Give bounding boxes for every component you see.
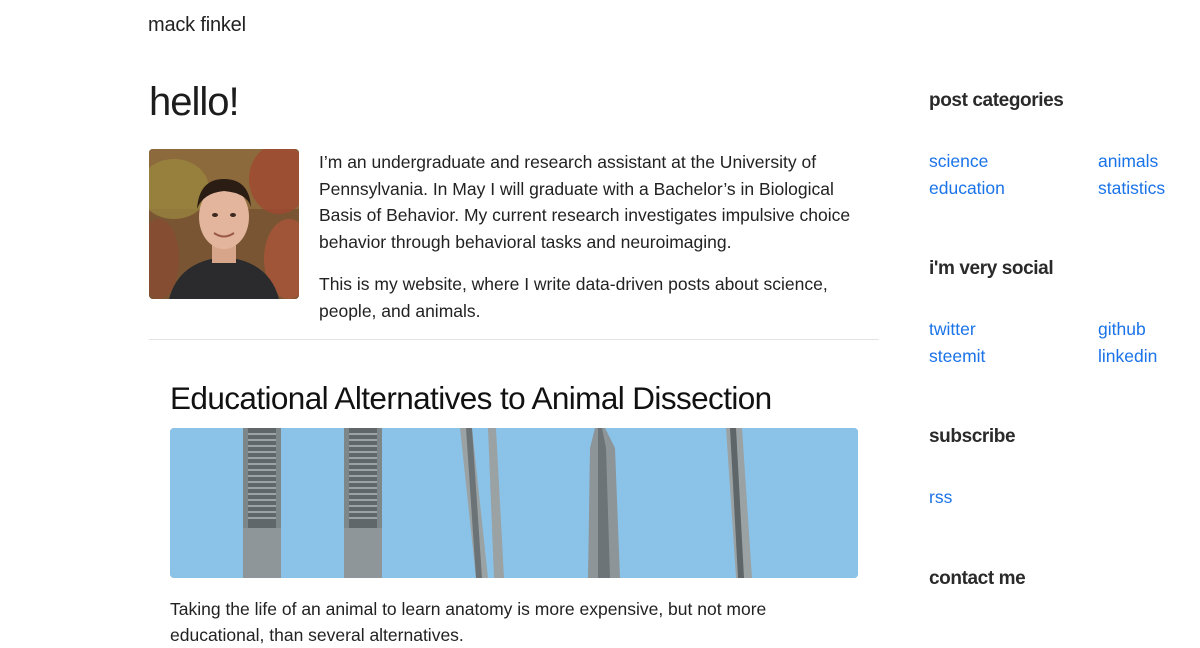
social-link-steemit[interactable]: steemit (929, 343, 1098, 370)
category-link-education[interactable]: education (929, 175, 1098, 202)
intro-paragraph: I’m an undergraduate and research assist… (319, 152, 851, 252)
contact-heading: contact me (929, 568, 1026, 589)
categories-heading: post categories (929, 90, 1064, 111)
avatar-photo (149, 149, 299, 299)
scalpel-handle-1 (243, 428, 281, 578)
category-link-science[interactable]: science (929, 148, 1098, 175)
scalpel-handle-2 (344, 428, 382, 578)
social-section: i'm very social twitter github steemit l… (929, 258, 1189, 369)
social-link-github[interactable]: github (1098, 316, 1188, 343)
post-excerpt: Taking the life of an animal to learn an… (170, 599, 767, 645)
main-content: hello! I’m an undergraduate and research… (149, 78, 879, 339)
post-image[interactable] (170, 428, 858, 578)
social-link-linkedin[interactable]: linkedin (1098, 343, 1188, 370)
subscribe-links: rss (929, 484, 1189, 511)
sidebar: post categories science animals educatio… (929, 90, 1189, 589)
category-link-animals[interactable]: animals (1098, 148, 1188, 175)
post-preview: Educational Alternatives to Animal Disse… (170, 378, 858, 648)
intro-text: I’m an undergraduate and research assist… (319, 149, 879, 324)
post-title[interactable]: Educational Alternatives to Animal Disse… (170, 378, 858, 418)
contact-section: contact me (929, 568, 1189, 594)
intro-section: I’m an undergraduate and research assist… (149, 149, 879, 339)
subscribe-heading: subscribe (929, 426, 1016, 447)
social-heading: i'm very social (929, 258, 1054, 279)
social-links: twitter github steemit linkedin (929, 316, 1189, 369)
social-link-twitter[interactable]: twitter (929, 316, 1098, 343)
subscribe-section: subscribe rss (929, 426, 1189, 511)
divider (149, 339, 879, 340)
category-link-statistics[interactable]: statistics (1098, 175, 1188, 202)
avatar (149, 149, 299, 299)
rss-link[interactable]: rss (929, 484, 1098, 511)
intro-paragraph: This is my website, where I write data-d… (319, 274, 828, 321)
categories-section: post categories science animals educatio… (929, 90, 1189, 201)
categories-links: science animals education statistics (929, 148, 1189, 201)
page-heading: hello! (149, 80, 240, 124)
site-title[interactable]: mack finkel (148, 14, 246, 37)
